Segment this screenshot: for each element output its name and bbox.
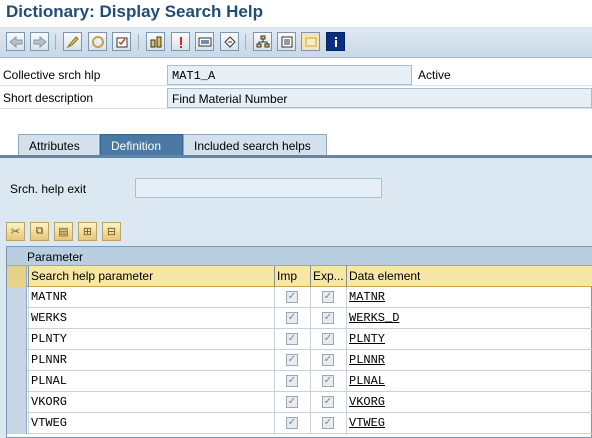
insert-row-icon[interactable]: ⊞ — [78, 222, 97, 241]
row-selector[interactable] — [7, 329, 27, 350]
row-selector[interactable] — [7, 413, 27, 434]
activate-icon[interactable] — [146, 32, 165, 51]
title-bar: Dictionary: Display Search Help — [0, 0, 592, 28]
select-all-cell[interactable] — [7, 266, 27, 287]
data-element-link[interactable]: VTWEG — [346, 413, 592, 434]
imp-checkbox[interactable]: ✓ — [286, 354, 298, 366]
navigate-icon[interactable] — [253, 32, 272, 51]
short-description-row: Short description Find Material Number — [0, 87, 592, 109]
other-object-icon[interactable] — [88, 32, 107, 51]
parameter-table: Parameter Search help parameter Imp Exp.… — [6, 246, 592, 438]
delete-row-icon[interactable]: ⊟ — [102, 222, 121, 241]
param-cell[interactable]: WERKS — [28, 308, 274, 329]
exp-checkbox[interactable]: ✓ — [322, 417, 334, 429]
param-cell[interactable]: VTWEG — [28, 413, 274, 434]
imp-checkbox[interactable]: ✓ — [286, 333, 298, 345]
display-object-list-icon[interactable] — [220, 32, 239, 51]
short-description-label: Short description — [3, 91, 94, 105]
table-row: PLNTY ✓ ✓ PLNTY — [7, 329, 592, 350]
info-icon[interactable] — [326, 32, 345, 51]
header-data-element[interactable]: Data element — [346, 266, 592, 287]
collective-label: Collective srch hlp — [3, 68, 101, 82]
data-element-link[interactable]: PLNAL — [346, 371, 592, 392]
table-row: VTWEG ✓ ✓ VTWEG — [7, 413, 592, 434]
header-fields: Collective srch hlp MAT1_A Active Short … — [0, 64, 592, 112]
exp-checkbox[interactable]: ✓ — [322, 312, 334, 324]
row-selector[interactable] — [7, 371, 27, 392]
table-caption: Parameter — [7, 247, 592, 266]
row-selector[interactable] — [7, 308, 27, 329]
data-element-link[interactable]: PLNNR — [346, 350, 592, 371]
imp-checkbox[interactable]: ✓ — [286, 375, 298, 387]
display-change-icon[interactable] — [63, 32, 82, 51]
tab-definition[interactable]: Definition — [100, 134, 183, 156]
data-element-link[interactable]: WERKS_D — [346, 308, 592, 329]
table-row: VKORG ✓ ✓ VKORG — [7, 392, 592, 413]
row-selector[interactable] — [7, 287, 27, 308]
header-search-help-parameter[interactable]: Search help parameter — [28, 266, 274, 287]
exp-checkbox[interactable]: ✓ — [322, 291, 334, 303]
paste-icon[interactable]: ▤ — [54, 222, 73, 241]
imp-checkbox[interactable]: ✓ — [286, 312, 298, 324]
table-row: WERKS ✓ ✓ WERKS_D — [7, 308, 592, 329]
imp-checkbox[interactable]: ✓ — [286, 291, 298, 303]
cut-icon[interactable]: ✂ — [6, 222, 25, 241]
exp-checkbox[interactable]: ✓ — [322, 354, 334, 366]
table-row: PLNAL ✓ ✓ PLNAL — [7, 371, 592, 392]
collective-row: Collective srch hlp MAT1_A Active — [0, 64, 592, 86]
back-arrow-icon[interactable] — [6, 32, 25, 51]
copy-icon[interactable]: ⧉ — [30, 222, 49, 241]
param-cell[interactable]: PLNNR — [28, 350, 274, 371]
header-exp[interactable]: Exp... — [310, 266, 346, 287]
data-element-link[interactable]: VKORG — [346, 392, 592, 413]
exp-checkbox[interactable]: ✓ — [322, 375, 334, 387]
param-cell[interactable]: PLNAL — [28, 371, 274, 392]
table-row: MATNR ✓ ✓ MATNR — [7, 287, 592, 308]
short-description-field[interactable]: Find Material Number — [167, 88, 592, 108]
exp-checkbox[interactable]: ✓ — [322, 396, 334, 408]
forward-arrow-icon[interactable] — [30, 32, 49, 51]
table-header: Search help parameter Imp Exp... Data el… — [7, 266, 592, 287]
print-icon[interactable] — [301, 32, 320, 51]
table-row: PLNNR ✓ ✓ PLNNR — [7, 350, 592, 371]
application-toolbar — [0, 28, 592, 58]
data-element-link[interactable]: PLNTY — [346, 329, 592, 350]
imp-checkbox[interactable]: ✓ — [286, 417, 298, 429]
row-selector[interactable] — [7, 350, 27, 371]
row-selector[interactable] — [7, 392, 27, 413]
search-help-exit-field[interactable] — [135, 178, 382, 198]
tab-included-search-helps[interactable]: Included search helps — [183, 134, 327, 156]
exp-checkbox[interactable]: ✓ — [322, 333, 334, 345]
tab-attributes[interactable]: Attributes — [18, 134, 100, 156]
hierarchy-icon[interactable] — [277, 32, 296, 51]
param-cell[interactable]: MATNR — [28, 287, 274, 308]
window-title: Dictionary: Display Search Help — [6, 2, 263, 21]
header-imp[interactable]: Imp — [274, 266, 310, 287]
search-help-exit-label: Srch. help exit — [10, 182, 87, 196]
param-cell[interactable]: VKORG — [28, 392, 274, 413]
data-element-link[interactable]: MATNR — [346, 287, 592, 308]
param-cell[interactable]: PLNTY — [28, 329, 274, 350]
where-used-icon[interactable] — [171, 32, 190, 51]
status-text: Active — [418, 68, 451, 82]
collective-value-field[interactable]: MAT1_A — [167, 65, 412, 85]
imp-checkbox[interactable]: ✓ — [286, 396, 298, 408]
information-icon[interactable] — [195, 32, 214, 51]
definition-panel: Srch. help exit ✂ ⧉ ▤ ⊞ ⊟ Parameter Sear… — [0, 158, 592, 438]
check-icon[interactable] — [112, 32, 131, 51]
